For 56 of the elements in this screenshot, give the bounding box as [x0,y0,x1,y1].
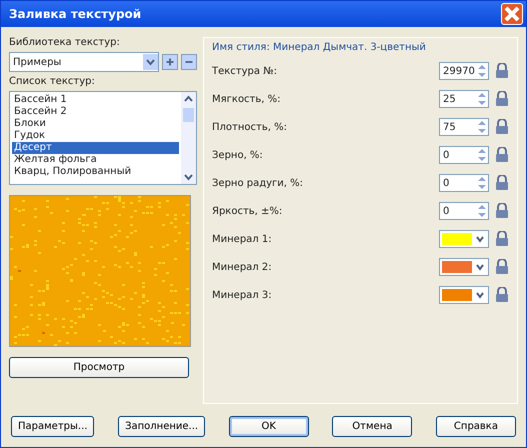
param-label: Мягкость, %: [212,94,282,104]
spinner-icon[interactable] [476,203,488,219]
param-label: Текстура №: [212,66,278,76]
lock-icon[interactable] [495,119,509,135]
lock-icon[interactable] [495,203,509,219]
lock-icon[interactable] [495,287,509,303]
color-picker[interactable] [439,286,489,304]
lock-icon[interactable] [495,231,509,247]
lock-icon[interactable] [495,175,509,191]
param-label: Зерно радуги, %: [212,178,304,188]
lock-icon[interactable] [495,91,509,107]
spinner-icon[interactable] [476,119,488,135]
preview-button[interactable]: Просмотр [9,357,189,378]
param-label: Минерал 1: [212,234,273,244]
param-label: Зерно, %: [212,150,264,160]
texture-list-label: Список текстур: [9,76,96,87]
list-item[interactable]: Гудок [12,130,179,142]
list-item[interactable]: Бассейн 1 [12,94,179,106]
spin-field[interactable]: 0 [439,174,489,192]
dialog-button[interactable]: OK [228,416,309,437]
library-label: Библиотека текстур: [9,37,121,48]
spin-field[interactable]: 0 [439,146,489,164]
color-picker[interactable] [439,258,489,276]
close-icon[interactable] [501,3,523,25]
lock-icon[interactable] [495,147,509,163]
param-label: Яркость, ±%: [212,206,284,216]
list-item[interactable]: Блоки [12,118,179,130]
list-item[interactable]: Десерт [12,142,179,154]
spinner-icon[interactable] [476,91,488,107]
spinner-icon[interactable] [476,175,488,191]
dialog-button[interactable]: Справка [436,416,516,437]
param-label: Минерал 2: [212,262,273,272]
list-item[interactable]: Кварц, Полированный [12,166,179,178]
spin-field[interactable]: 0 [439,202,489,220]
remove-icon[interactable] [181,54,197,70]
list-item[interactable]: Бассейн 2 [12,106,179,118]
library-dropdown[interactable]: Примеры [9,52,159,72]
style-name: Имя стиля: Минерал Дымчат. 3-цветный [212,42,427,53]
dialog-button[interactable]: Параметры... [11,416,94,437]
spin-field[interactable]: 75 [439,118,489,136]
param-label: Минерал 3: [212,290,273,300]
dialog-button[interactable]: Заполнение... [118,416,206,437]
lock-icon[interactable] [495,259,509,275]
lock-icon[interactable] [495,63,509,79]
color-picker[interactable] [439,230,489,248]
spinner-icon[interactable] [476,147,488,163]
param-label: Плотность, %: [212,122,288,132]
window-title: Заливка текстурой [9,7,142,21]
dialog-button[interactable]: Отмена [332,416,412,437]
caret-icon [143,54,158,70]
spinner-icon[interactable] [476,63,488,79]
spin-field[interactable]: 29970 [439,62,489,80]
scrollbar[interactable] [181,92,196,184]
list-item[interactable]: Желтая фольга [12,154,179,166]
add-icon[interactable] [162,54,178,70]
spin-field[interactable]: 25 [439,90,489,108]
